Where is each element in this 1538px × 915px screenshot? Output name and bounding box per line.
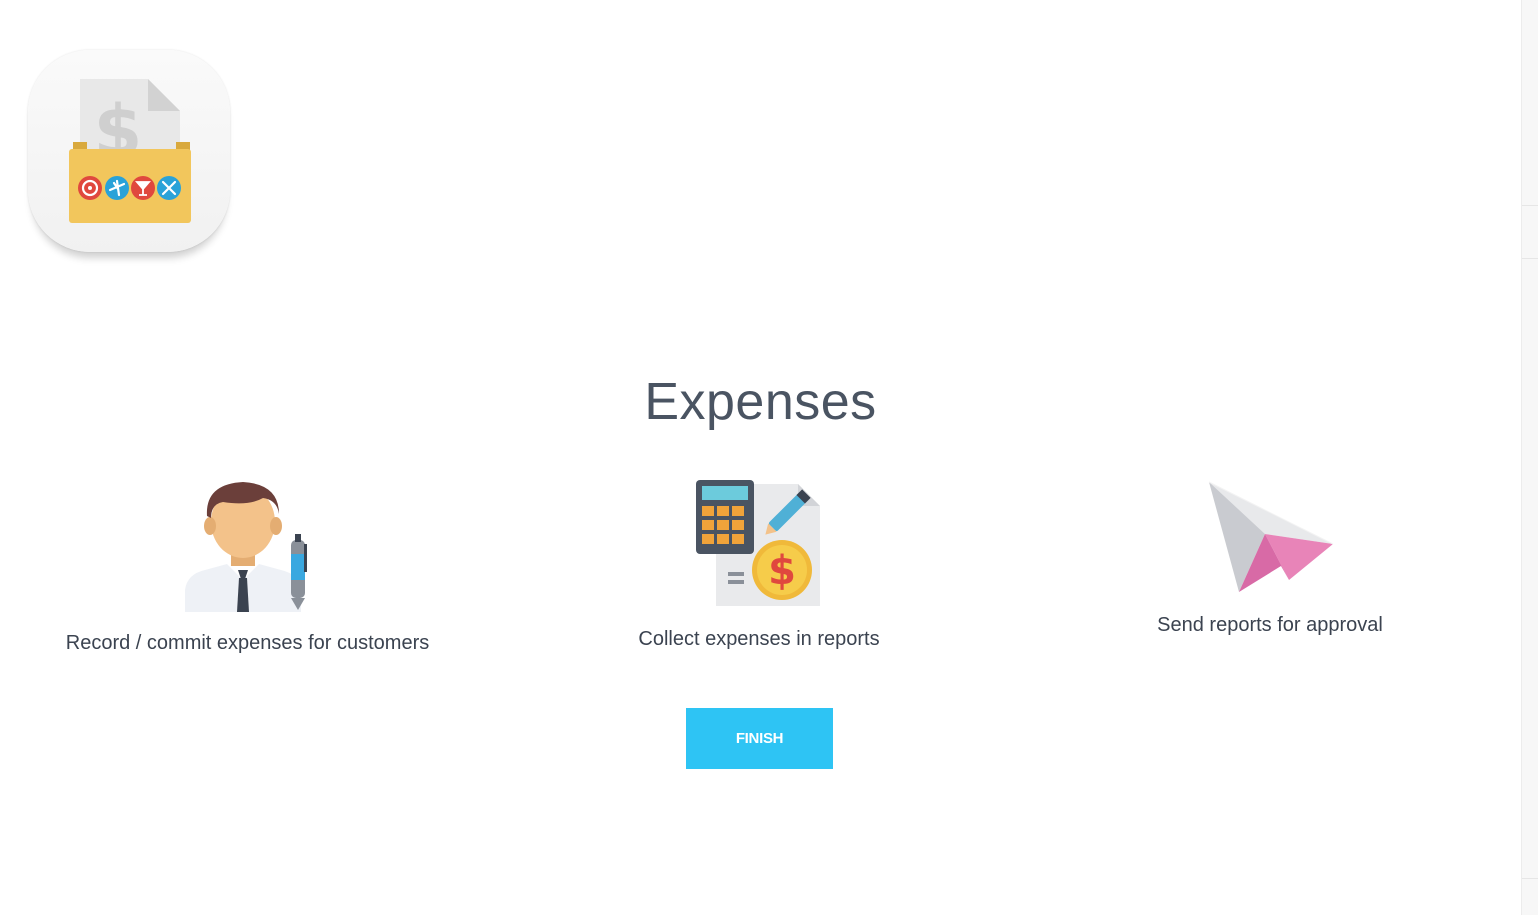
feature-label: Record / commit expenses for customers (65, 632, 430, 654)
finish-button[interactable]: FINISH (686, 708, 833, 769)
feature-label: Send reports for approval (1157, 614, 1383, 636)
page-title: Expenses (644, 373, 877, 431)
onboarding-page: $ Expenses Record / commit expenses for … (0, 0, 1538, 915)
feature-send-reports: Send reports for approval (1020, 478, 1520, 637)
employee-with-pen-icon (183, 478, 313, 612)
feature-record-expenses: Record / commit expenses for customers (0, 478, 495, 655)
scrollbar-track[interactable] (1521, 0, 1538, 915)
expenses-app-icon: $ (28, 50, 232, 264)
feature-label: Collect expenses in reports (638, 628, 880, 650)
paper-plane-icon (1205, 478, 1335, 596)
svg-text:$: $ (768, 548, 796, 594)
calculator-invoice-icon: $ (694, 478, 824, 608)
feature-collect-expenses: $ Collect expenses in reports (509, 478, 1009, 651)
